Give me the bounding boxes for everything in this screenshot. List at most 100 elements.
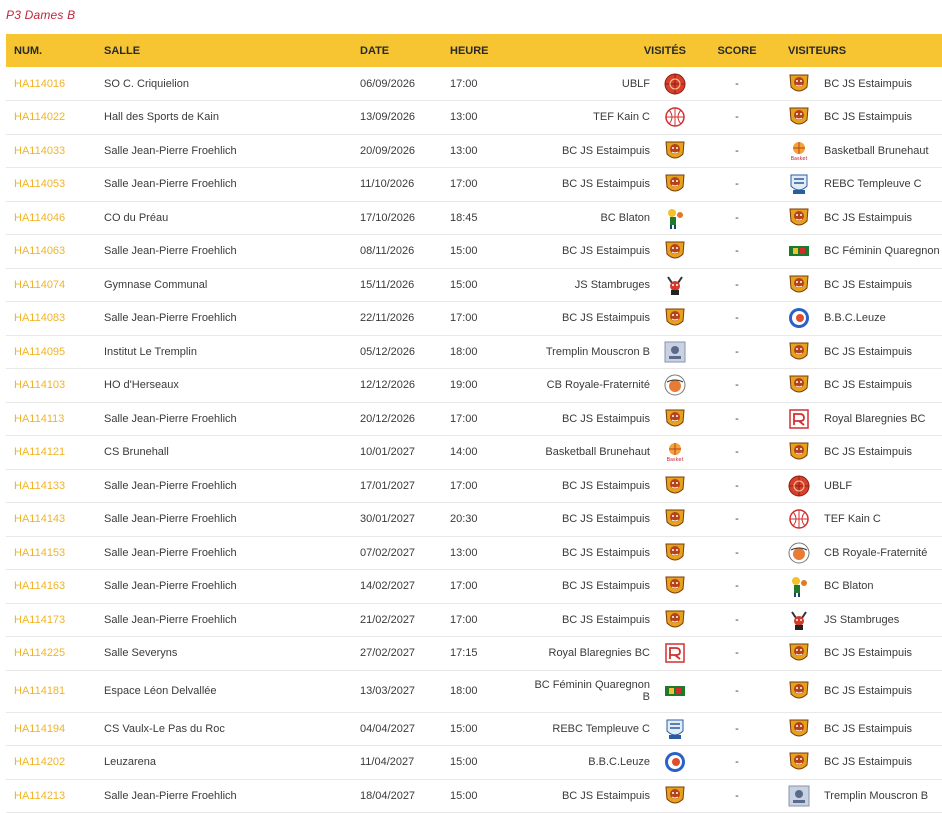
basketball-outline-icon — [663, 105, 687, 129]
home-team: BC JS Estaimpuis — [561, 178, 650, 191]
match-time: 17:00 — [450, 312, 478, 325]
match-date: 20/09/2026 — [360, 144, 416, 157]
home-team: BC JS Estaimpuis — [561, 312, 650, 325]
match-number-link[interactable]: HA114181 — [14, 685, 65, 697]
table-row: HA114046 CO du Préau 17/10/2026 18:45 BC Bla… — [6, 201, 942, 235]
match-score: - — [735, 613, 739, 626]
venue: CS Brunehall — [104, 446, 169, 459]
match-number-link[interactable]: HA114033 — [14, 145, 65, 157]
home-team: BC JS Estaimpuis — [561, 546, 650, 559]
table-row: HA114033 Salle Jean-Pierre Froehlich 20/09… — [6, 134, 942, 168]
match-date: 06/09/2026 — [360, 77, 416, 90]
home-team: BC JS Estaimpuis — [561, 412, 650, 425]
venue: Institut Le Tremplin — [104, 345, 197, 358]
match-number-link[interactable]: HA114194 — [14, 723, 65, 735]
away-team: BC JS Estaimpuis — [824, 211, 913, 224]
away-team: BC JS Estaimpuis — [824, 77, 913, 90]
home-team: Tremplin Mouscron B — [545, 345, 650, 358]
lion-crest-icon — [787, 641, 811, 665]
match-number-link[interactable]: HA114143 — [14, 513, 65, 525]
match-number-link[interactable]: HA114113 — [14, 413, 64, 425]
away-team: Tremplin Mouscron B — [824, 789, 929, 802]
header-date: DATE — [360, 44, 390, 57]
venue: Salle Jean-Pierre Froehlich — [104, 178, 237, 191]
venue: Salle Jean-Pierre Froehlich — [104, 144, 237, 157]
lion-crest-icon — [787, 105, 811, 129]
leuze-circle-icon — [663, 750, 687, 774]
match-score: - — [735, 111, 739, 124]
lion-crest-icon — [663, 541, 687, 565]
match-number-link[interactable]: HA114213 — [14, 790, 65, 802]
away-team: BC JS Estaimpuis — [824, 756, 913, 769]
lion-crest-icon — [787, 340, 811, 364]
header-score: SCORE — [717, 44, 757, 57]
match-number-link[interactable]: HA114103 — [14, 379, 65, 391]
tremplin-crest-icon — [787, 784, 811, 808]
table-row: HA114153 Salle Jean-Pierre Froehlich 07/02… — [6, 536, 942, 570]
templeuve-crest-icon — [787, 172, 811, 196]
venue: Espace Léon Delvallée — [104, 685, 217, 697]
match-number-link[interactable]: HA114153 — [14, 547, 65, 559]
away-team: BC JS Estaimpuis — [824, 111, 913, 124]
match-number-link[interactable]: HA114074 — [14, 279, 65, 291]
header-num: NUM. — [14, 44, 43, 57]
match-number-link[interactable]: HA114046 — [14, 212, 65, 224]
match-number-link[interactable]: HA114083 — [14, 312, 65, 324]
away-team: BC JS Estaimpuis — [824, 722, 913, 735]
lion-crest-icon — [663, 784, 687, 808]
match-number-link[interactable]: HA114053 — [14, 178, 65, 190]
table-row: HA114133 Salle Jean-Pierre Froehlich 17/01… — [6, 469, 942, 503]
match-date: 11/10/2026 — [360, 178, 415, 191]
venue: Hall des Sports de Kain — [104, 111, 219, 124]
match-number-link[interactable]: HA114022 — [14, 111, 65, 123]
venue: CO du Préau — [104, 211, 169, 224]
venue: Salle Jean-Pierre Froehlich — [104, 412, 237, 425]
match-time: 17:00 — [450, 412, 478, 425]
blaregnies-logo-icon — [663, 641, 687, 665]
viking-icon — [663, 273, 687, 297]
venue: CS Vaulx-Le Pas du Roc — [104, 722, 225, 735]
competition-title: P3 Dames B — [6, 8, 76, 22]
table-row: HA114095 Institut Le Tremplin 05/12/2026 18… — [6, 335, 942, 369]
match-date: 14/02/2027 — [360, 580, 416, 593]
match-date: 27/02/2027 — [360, 647, 416, 660]
match-number-link[interactable]: HA114225 — [14, 647, 65, 659]
blaregnies-logo-icon — [787, 407, 811, 431]
away-team: Royal Blaregnies BC — [824, 412, 926, 425]
venue: Salle Jean-Pierre Froehlich — [104, 312, 237, 325]
home-team: BC JS Estaimpuis — [561, 613, 650, 626]
match-time: 20:30 — [450, 513, 478, 526]
lion-crest-icon — [663, 407, 687, 431]
table-row: HA114053 Salle Jean-Pierre Froehlich 11/10… — [6, 168, 942, 201]
venue: Salle Jean-Pierre Froehlich — [104, 580, 237, 593]
table-row: HA114121 CS Brunehall 10/01/2027 14:00 Baske… — [6, 436, 942, 469]
match-number-link[interactable]: HA114133 — [14, 480, 65, 492]
match-number-link[interactable]: HA114121 — [14, 446, 65, 458]
away-team: BC JS Estaimpuis — [824, 446, 913, 459]
away-team: CB Royale-Fraternité — [824, 546, 928, 559]
match-time: 18:00 — [450, 685, 478, 697]
venue: Salle Jean-Pierre Froehlich — [104, 479, 237, 492]
table-row: HA114163 Salle Jean-Pierre Froehlich 14/02… — [6, 570, 942, 603]
basketball-outline-icon — [787, 507, 811, 531]
match-score: - — [735, 412, 739, 425]
match-date: 15/11/2026 — [360, 278, 415, 291]
away-team: B.B.C.Leuze — [824, 312, 886, 325]
away-team: BC JS Estaimpuis — [824, 647, 913, 660]
match-date: 13/09/2026 — [360, 111, 416, 124]
match-date: 04/04/2027 — [360, 722, 416, 735]
match-number-link[interactable]: HA114063 — [14, 245, 65, 257]
match-number-link[interactable]: HA114202 — [14, 756, 65, 768]
match-number-link[interactable]: HA114095 — [14, 346, 65, 358]
match-time: 18:45 — [450, 211, 478, 224]
table-row: HA114181 Espace Léon Delvallée 13/03/2027 1… — [6, 670, 942, 712]
match-number-link[interactable]: HA114173 — [14, 614, 65, 626]
match-number-link[interactable]: HA114163 — [14, 580, 65, 592]
match-time: 19:00 — [450, 379, 478, 392]
match-score: - — [735, 546, 739, 559]
away-team: REBC Templeuve C — [824, 178, 922, 191]
match-number-link[interactable]: HA114016 — [14, 78, 65, 90]
lion-crest-icon — [787, 440, 811, 464]
table-row: HA114083 Salle Jean-Pierre Froehlich 22/11… — [6, 302, 942, 335]
away-team: BC Blaton — [824, 580, 874, 593]
